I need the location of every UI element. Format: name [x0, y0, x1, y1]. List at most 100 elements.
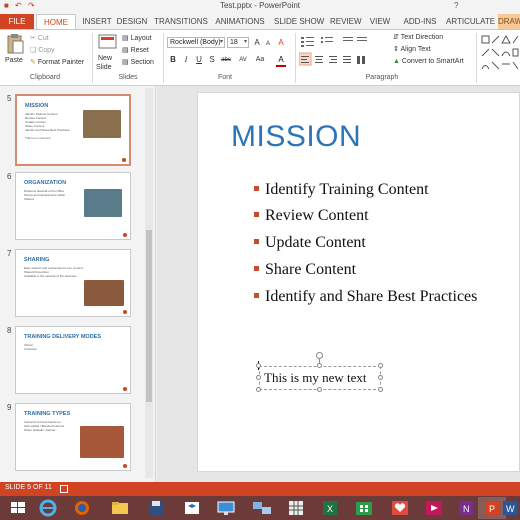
thumbnail-line: Update Content	[25, 120, 47, 123]
windows-icon	[11, 502, 25, 513]
shrink-font-button[interactable]: A	[263, 39, 273, 49]
bullet-item[interactable]: Update Content	[254, 234, 366, 252]
text-box-content[interactable]: This is my new text	[264, 370, 367, 386]
tab-animations[interactable]: ANIMATIONS	[215, 14, 265, 29]
thumbnail-title: MISSION	[25, 103, 49, 109]
character-spacing-button[interactable]: AV	[236, 55, 250, 65]
tab-home[interactable]: HOME	[36, 14, 76, 29]
slide-title[interactable]: MISSION	[231, 120, 361, 154]
strikethrough-button[interactable]: abc	[219, 55, 233, 65]
underline-button[interactable]: U	[194, 55, 204, 65]
slide-thumbnail-7[interactable]: SHARING Easy sharing and exchanges by ke…	[15, 249, 131, 317]
layout-label: Layout	[130, 35, 152, 42]
copy-icon: ❏	[30, 47, 37, 54]
grid-app-button[interactable]	[282, 497, 310, 519]
convert-smartart-button[interactable]: ▲ Convert to SmartArt	[393, 57, 464, 66]
change-case-button[interactable]: Aa	[253, 55, 267, 65]
remote-desktop-button[interactable]	[212, 497, 240, 519]
resize-handle[interactable]	[256, 387, 261, 392]
tab-review[interactable]: REVIEW	[330, 14, 362, 29]
bullet-item[interactable]: Identify and Share Best Practices	[254, 288, 477, 306]
resize-handle[interactable]	[256, 375, 261, 380]
animation-star-icon	[123, 233, 127, 237]
font-color-button[interactable]: A	[276, 55, 286, 67]
tab-slide-show[interactable]: SLIDE SHOW	[274, 14, 324, 29]
format-painter-button[interactable]: ✎ Format Painter	[30, 58, 84, 67]
thumbnail-photo	[84, 189, 122, 217]
tab-articulate[interactable]: ARTICULATE	[446, 14, 495, 29]
thumbnail-line: Identify and Share Best Practices	[25, 128, 70, 131]
thumbnail-number: 6	[7, 172, 12, 181]
slide-thumbnail-5[interactable]: MISSION Identify Training Content Review…	[15, 94, 131, 166]
slides-group-label: Slides	[118, 74, 138, 81]
excel-button[interactable]: X	[316, 497, 344, 519]
tab-transitions[interactable]: TRANSITIONS	[154, 14, 208, 29]
section-button[interactable]: ▤ Section	[122, 58, 154, 67]
ribbon-separator	[476, 33, 477, 83]
scrollbar-thumb[interactable]	[146, 230, 152, 402]
font-size-dropdown[interactable]: 18 ▾	[227, 37, 249, 48]
tab-design[interactable]: DESIGN	[116, 14, 148, 29]
bullet-text: Identify Training Content	[265, 181, 429, 198]
word-button[interactable]: W	[500, 497, 520, 519]
shadow-button[interactable]: S	[207, 55, 217, 65]
ie-button[interactable]	[34, 497, 62, 519]
dropbox-button[interactable]	[178, 497, 206, 519]
resize-handle[interactable]	[378, 363, 383, 368]
tab-view[interactable]: VIEW	[368, 14, 392, 29]
bullet-item[interactable]: Identify Training Content	[254, 181, 429, 199]
health-button[interactable]	[386, 497, 414, 519]
save-button[interactable]	[142, 497, 170, 519]
resize-handle[interactable]	[378, 387, 383, 392]
grow-font-button[interactable]: A	[252, 38, 262, 48]
align-text-button[interactable]: ⇕ Align Text	[393, 45, 431, 54]
help-button[interactable]: ?	[454, 1, 458, 10]
clear-format-button[interactable]: A	[276, 38, 286, 48]
bullet-marker	[254, 238, 259, 244]
thumbnail-line: Shared	[24, 197, 34, 200]
copy-button[interactable]: ❏ Copy	[30, 46, 55, 55]
start-button[interactable]	[4, 497, 32, 519]
resize-handle[interactable]	[378, 375, 383, 380]
bullet-item[interactable]: Share Content	[254, 261, 356, 279]
resize-handle[interactable]	[317, 387, 322, 392]
tab-insert[interactable]: INSERT	[78, 14, 116, 29]
file-explorer-button[interactable]	[106, 497, 134, 519]
tab-draw[interactable]: DRAW	[498, 14, 520, 29]
reset-label: Reset	[130, 47, 149, 54]
shapes-gallery[interactable]	[480, 34, 520, 74]
ribbon: Paste ✂ Cut ❏ Copy ✎ Format Painter Clip…	[0, 29, 520, 86]
format-painter-label: Format Painter	[37, 59, 85, 66]
tab-file[interactable]: FILE	[0, 14, 34, 29]
bullet-marker	[254, 292, 259, 298]
slide-thumbnail-8[interactable]: TRAINING DELIVERY MODES Virtual In-Perso…	[15, 326, 131, 394]
video-button[interactable]	[420, 497, 448, 519]
spellcheck-icon[interactable]	[60, 485, 68, 493]
resize-handle[interactable]	[256, 363, 261, 368]
rotate-handle[interactable]	[316, 352, 323, 359]
italic-button[interactable]: I	[181, 55, 191, 65]
paste-icon	[7, 34, 24, 54]
ribbon-separator	[163, 33, 164, 83]
slide-thumbnail-6[interactable]: ORGANIZATION Divisions head all of the O…	[15, 172, 131, 240]
onenote-button[interactable]: N	[452, 497, 480, 519]
floppy-icon	[149, 501, 163, 515]
ribbon-separator	[295, 33, 296, 83]
bullet-item[interactable]: Review Content	[254, 207, 369, 225]
bold-button[interactable]: B	[168, 55, 178, 65]
new-slide-label-2: Slide	[96, 64, 112, 71]
layout-button[interactable]: ▤ Layout	[122, 34, 152, 43]
paragraph-buttons[interactable]	[299, 35, 389, 69]
new-slide-button[interactable]	[97, 33, 119, 53]
tab-add-ins[interactable]: ADD-INS	[402, 14, 438, 29]
thumbnail-line: Share Content	[25, 124, 45, 127]
store-button[interactable]	[350, 497, 378, 519]
resize-handle[interactable]	[317, 363, 322, 368]
network-button[interactable]	[248, 497, 276, 519]
slide-thumbnail-9[interactable]: TRAINING TYPES Instructor-led and hands-…	[15, 403, 131, 471]
cut-button[interactable]: ✂ Cut	[30, 34, 49, 43]
reset-button[interactable]: ▤ Reset	[122, 46, 149, 55]
firefox-button[interactable]	[68, 497, 96, 519]
text-direction-button[interactable]: ⇵ Text Direction	[393, 33, 443, 42]
font-name-dropdown[interactable]: Rockwell (Body) ▾	[167, 37, 225, 48]
